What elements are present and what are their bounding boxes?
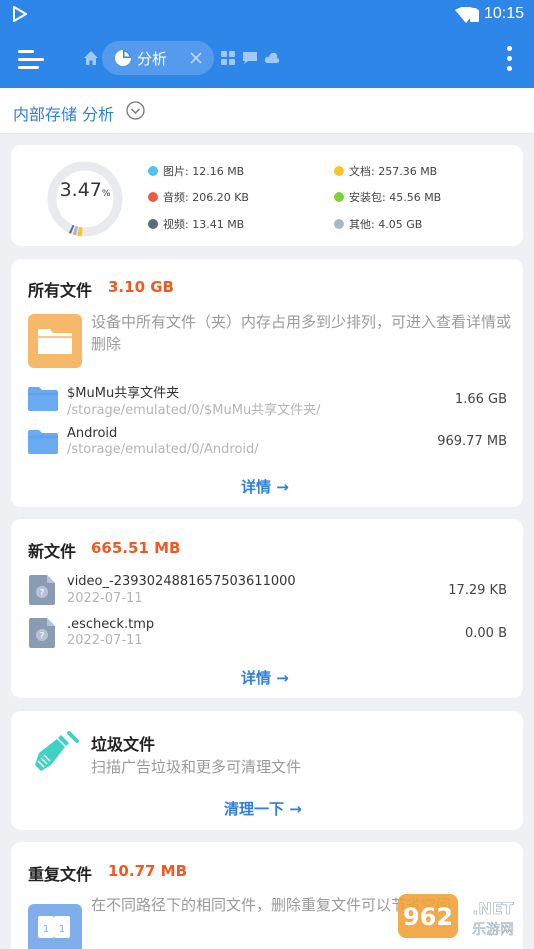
new-files-card: 新文件 665.51 MB ? video_-23930248816575036… bbox=[11, 519, 523, 698]
chat-icon[interactable] bbox=[242, 50, 258, 66]
all-files-card: 所有文件 3.10 GB 设备中所有文件（夹）内存占用多到少排列，可进入查看详情… bbox=[11, 259, 523, 507]
file-name: video_-2393024881657503611000 bbox=[67, 574, 296, 589]
all-files-description: 设备中所有文件（夹）内存占用多到少排列，可进入查看详情或删除 bbox=[91, 313, 512, 353]
all-files-details-link[interactable]: 详情 → bbox=[241, 476, 289, 497]
folder-icon bbox=[28, 387, 58, 411]
legend-audio: 音频: 206.20 KB bbox=[148, 189, 249, 205]
grid-icon[interactable] bbox=[220, 50, 236, 66]
duplicate-files-title: 重复文件 bbox=[28, 865, 93, 884]
junk-files-title: 垃圾文件 bbox=[91, 735, 156, 754]
home-icon[interactable] bbox=[83, 50, 99, 66]
unknown-file-icon: ? bbox=[29, 575, 55, 605]
all-files-size: 3.10 GB bbox=[108, 278, 174, 296]
file-size: 1.66 GB bbox=[454, 392, 507, 407]
file-path: /storage/emulated/0/$MuMu共享文件夹/ bbox=[67, 403, 321, 418]
duplicate-files-icon: 1 1 bbox=[28, 904, 82, 949]
clean-up-button[interactable]: 清理一下 → bbox=[224, 798, 302, 819]
svg-text:乐游网: 乐游网 bbox=[472, 922, 514, 938]
chevron-down-icon[interactable] bbox=[126, 101, 145, 120]
legend-images: 图片: 12.16 MB bbox=[148, 163, 244, 179]
folder-icon bbox=[28, 314, 82, 368]
svg-text:?: ? bbox=[40, 632, 45, 642]
new-files-size: 665.51 MB bbox=[91, 539, 181, 557]
menu-icon[interactable] bbox=[18, 47, 44, 71]
status-bar: 10:15 bbox=[0, 0, 534, 30]
legend-documents: 文档: 257.36 MB bbox=[334, 163, 437, 179]
file-name: .escheck.tmp bbox=[67, 617, 155, 632]
play-store-icon bbox=[13, 6, 27, 22]
watermark-logo: 962 .NET 乐游网 bbox=[398, 894, 514, 938]
broom-icon bbox=[35, 731, 79, 771]
battery-icon bbox=[470, 8, 479, 22]
new-files-details-link[interactable]: 详情 → bbox=[241, 667, 289, 688]
file-date: 2022-07-11 bbox=[67, 633, 143, 648]
svg-text:962: 962 bbox=[403, 903, 453, 931]
cloud-icon[interactable] bbox=[264, 50, 280, 66]
storage-summary-card: 3.47% 图片: 12.16 MB 文档: 257.36 MB 音频: 206… bbox=[11, 145, 523, 246]
pie-chart-icon bbox=[115, 50, 131, 66]
tab-analysis[interactable]: 分析 bbox=[102, 41, 214, 75]
junk-files-description: 扫描广告垃圾和更多可清理文件 bbox=[91, 758, 302, 776]
path-bar: 内部存储 分析 bbox=[0, 88, 534, 134]
svg-text:?: ? bbox=[40, 589, 45, 599]
file-name: Android bbox=[67, 426, 118, 441]
tab-analysis-label: 分析 bbox=[137, 50, 168, 68]
file-size: 17.29 KB bbox=[448, 583, 507, 598]
svg-text:.NET: .NET bbox=[472, 899, 513, 918]
svg-text:1: 1 bbox=[59, 924, 65, 935]
folder-icon bbox=[28, 430, 58, 454]
storage-percent: 3.47% bbox=[59, 179, 111, 201]
new-files-title: 新文件 bbox=[28, 542, 77, 561]
unknown-file-icon: ? bbox=[29, 618, 55, 648]
duplicate-files-size: 10.77 MB bbox=[108, 862, 188, 880]
close-tab-icon[interactable] bbox=[188, 50, 204, 66]
svg-text:1: 1 bbox=[43, 924, 49, 935]
file-size: 969.77 MB bbox=[437, 434, 507, 449]
file-path: /storage/emulated/0/Android/ bbox=[67, 442, 259, 457]
legend-other: 其他: 4.05 GB bbox=[334, 216, 422, 232]
legend-videos: 视频: 13.41 MB bbox=[148, 216, 244, 232]
clock: 10:15 bbox=[483, 5, 524, 22]
legend-packages: 安装包: 45.56 MB bbox=[334, 189, 441, 205]
path-title: 内部存储 分析 bbox=[13, 105, 115, 124]
junk-files-card: 垃圾文件 扫描广告垃圾和更多可清理文件 清理一下 → bbox=[11, 711, 523, 830]
file-size: 0.00 B bbox=[465, 626, 507, 641]
all-files-title: 所有文件 bbox=[28, 281, 93, 300]
app-toolbar: 分析 bbox=[0, 30, 534, 88]
file-date: 2022-07-11 bbox=[67, 591, 143, 606]
more-options-icon[interactable] bbox=[506, 44, 514, 74]
